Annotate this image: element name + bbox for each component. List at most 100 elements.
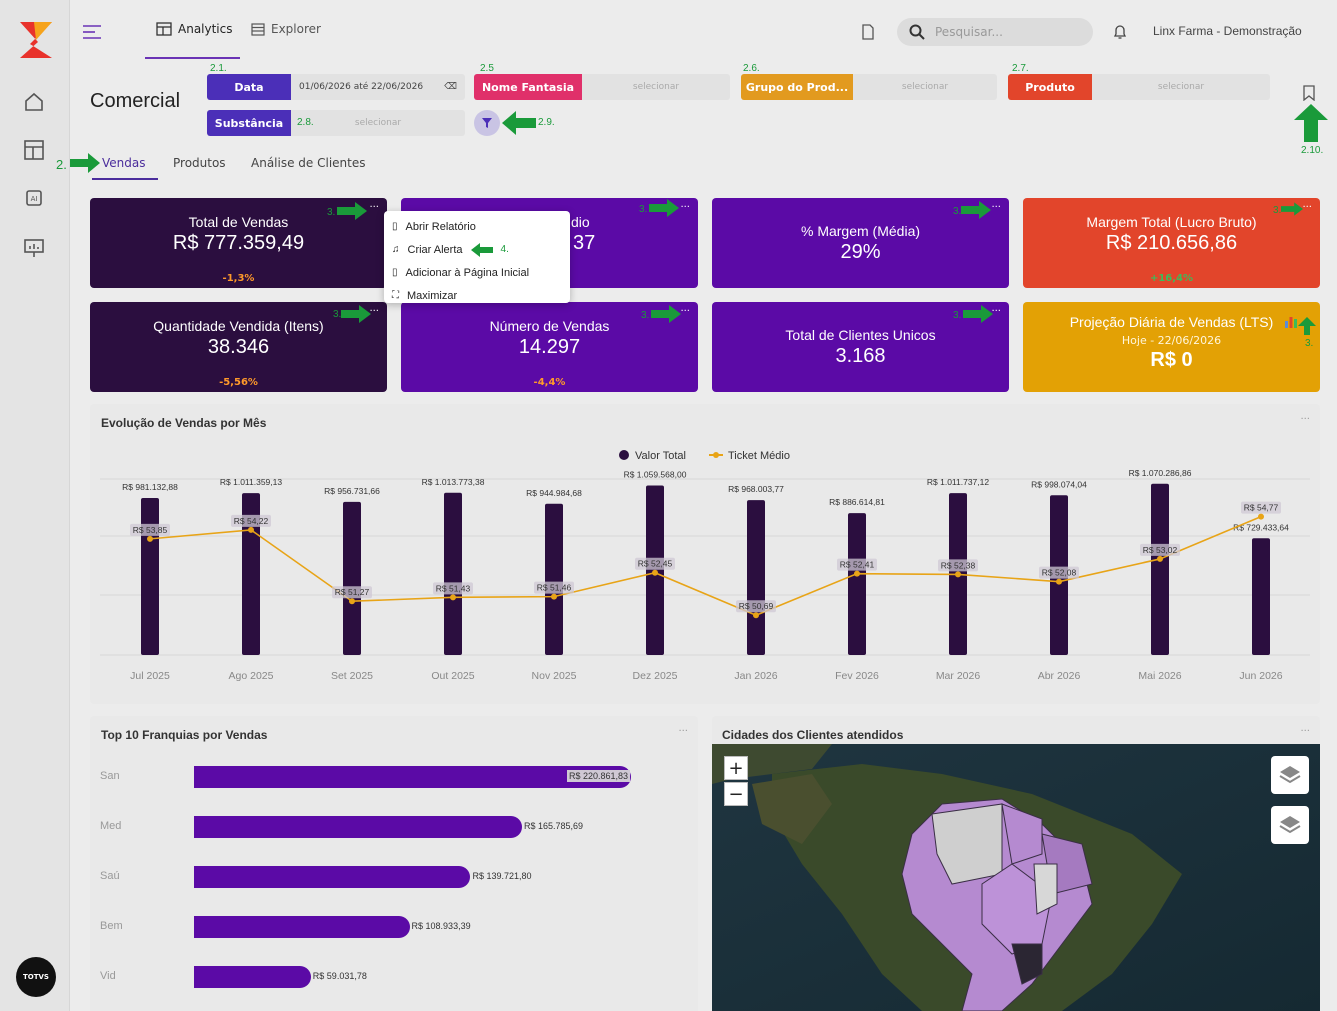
x-tick-label: Nov 2025: [532, 670, 577, 682]
menu-item-abrir-relatorio[interactable]: ▯ Abrir Relatório: [392, 215, 562, 238]
bar-data-label: R$ 1.070.286,86: [1129, 468, 1192, 478]
x-tick-label: Fev 2026: [835, 670, 879, 682]
point-ticket-medio: [450, 594, 456, 601]
arrow-right-icon: [963, 305, 993, 323]
arrow-right-icon: [1281, 202, 1303, 216]
filter-grupo-produto[interactable]: Grupo do Prod... selecionar: [741, 74, 997, 100]
filter-nome-fantasia-label: Nome Fantasia: [474, 74, 582, 100]
x-tick-label: Out 2025: [431, 670, 474, 682]
tab-analise-clientes[interactable]: Análise de Clientes: [251, 156, 365, 170]
point-ticket-medio: [955, 571, 961, 578]
more-icon[interactable]: ···: [678, 726, 688, 737]
arrow-right-icon: [337, 202, 367, 220]
menu-item-criar-alerta[interactable]: ♫ Criar Alerta 4.: [392, 238, 562, 261]
page-title: Comercial: [90, 90, 181, 112]
home-icon[interactable]: [22, 90, 46, 114]
filter-substancia-value[interactable]: selecionar: [291, 110, 465, 136]
document-icon[interactable]: [861, 24, 875, 40]
card-value-fragment: 37: [573, 232, 596, 254]
totvs-logo[interactable]: TOTVS: [16, 957, 56, 997]
more-icon[interactable]: ···: [680, 202, 690, 213]
annotation-3: 3.: [641, 310, 650, 321]
filter-nome-fantasia[interactable]: Nome Fantasia selecionar: [474, 74, 730, 100]
more-icon[interactable]: ···: [680, 306, 690, 317]
tab-vendas[interactable]: Vendas: [102, 156, 146, 170]
annotation-4: 4.: [500, 244, 509, 255]
point-ticket-medio: [248, 526, 254, 533]
bar-franquia[interactable]: [194, 866, 471, 888]
card-value: 29%: [840, 241, 881, 263]
filter-grupo-label: Grupo do Prod...: [741, 74, 853, 100]
bar-franquia[interactable]: [194, 816, 523, 838]
filter-data[interactable]: Data 01/06/2026 até 22/06/2026 ⌫: [207, 74, 465, 100]
bookmark-icon[interactable]: [1302, 85, 1316, 101]
bar-franquia[interactable]: [194, 916, 410, 938]
filter-data-value[interactable]: 01/06/2026 até 22/06/2026 ⌫: [291, 74, 465, 100]
line-data-label: R$ 52,45: [638, 559, 673, 569]
filter-substancia[interactable]: Substância selecionar: [207, 110, 465, 136]
annotation-3: 3.: [327, 207, 336, 218]
card-value: R$ 210.656,86: [1105, 232, 1238, 254]
menu-item-adicionar-pagina[interactable]: ▯ Adicionar à Página Inicial: [392, 261, 562, 284]
annotation-2-9: 2.9.: [538, 117, 555, 128]
filter-produto-value[interactable]: selecionar: [1092, 74, 1270, 100]
card-projecao[interactable]: Projeção Diária de Vendas (LTS) Hoje - 2…: [1023, 302, 1320, 392]
annotation-2-8: 2.8.: [297, 117, 314, 128]
bar-data-label: R$ 165.785,69: [524, 821, 584, 831]
zoom-in-button[interactable]: +: [724, 756, 748, 780]
map-view[interactable]: [712, 744, 1320, 1011]
menu-item-label: Criar Alerta: [407, 243, 463, 256]
ai-icon[interactable]: AI: [22, 186, 46, 210]
search-input[interactable]: Pesquisar...: [897, 18, 1093, 46]
date-range-text: 01/06/2026 até 22/06/2026: [299, 82, 424, 92]
bar-data-label: R$ 1.059.568,00: [624, 469, 687, 479]
bar-data-label: R$ 108.933,39: [411, 921, 471, 931]
layers-button-secondary[interactable]: [1271, 806, 1309, 844]
bar-valor-total: [1252, 538, 1270, 655]
filter-grupo-value[interactable]: selecionar: [853, 74, 997, 100]
search-placeholder: Pesquisar...: [935, 25, 1003, 39]
line-data-label: R$ 52,08: [1042, 568, 1077, 578]
line-data-label: R$ 51,46: [537, 583, 572, 593]
panel-mapa-cidades: Cidades dos Clientes atendidos ··· + −: [712, 716, 1320, 1011]
bar-category-label: Saú: [100, 870, 120, 882]
arrow-right-icon: [70, 153, 100, 173]
filter-nome-fantasia-value[interactable]: selecionar: [582, 74, 730, 100]
bell-icon[interactable]: [1113, 24, 1127, 40]
menu-icon[interactable]: [83, 24, 101, 40]
filter-produto[interactable]: Produto selecionar: [1008, 74, 1270, 100]
bar-valor-total: [141, 498, 159, 655]
layers-button[interactable]: [1271, 756, 1309, 794]
point-ticket-medio: [147, 535, 153, 542]
dashboard-icon[interactable]: [22, 138, 46, 162]
bar-franquia[interactable]: [194, 966, 311, 988]
nav-explorer-label: Explorer: [271, 22, 321, 36]
nav-analytics[interactable]: Analytics: [156, 22, 233, 36]
eraser-icon[interactable]: ⌫: [444, 82, 457, 92]
layers-icon: [1279, 816, 1301, 834]
zoom-out-button[interactable]: −: [724, 782, 748, 806]
filter-button[interactable]: [474, 110, 500, 136]
annotation-2-10: 2.10.: [1301, 145, 1324, 156]
more-icon[interactable]: ···: [369, 202, 379, 213]
more-icon[interactable]: ···: [1300, 726, 1310, 737]
nav-explorer[interactable]: Explorer: [251, 22, 321, 36]
analytics-icon: [156, 22, 172, 36]
card-title: Margem Total (Lucro Bruto): [1086, 214, 1257, 230]
tenant-name[interactable]: Linx Farma - Demonstração: [1153, 24, 1302, 38]
app-logo[interactable]: [16, 18, 56, 62]
filter-produto-label: Produto: [1008, 74, 1092, 100]
more-icon[interactable]: ···: [991, 202, 1001, 213]
line-data-label: R$ 52,38: [941, 560, 976, 570]
chart-icon[interactable]: [1284, 314, 1298, 328]
bar-data-label: R$ 59.031,78: [312, 971, 367, 981]
tab-produtos[interactable]: Produtos: [173, 156, 226, 170]
menu-item-maximizar[interactable]: ⛶ Maximizar: [392, 284, 562, 307]
menu-item-label: Adicionar à Página Inicial: [405, 266, 530, 279]
bar-data-label: R$ 886.614,81: [829, 497, 885, 507]
bar-category-label: San: [100, 770, 120, 782]
panel-top10-franquias: Top 10 Franquias por Vendas ··· San R$ 22…: [90, 716, 698, 1011]
more-icon[interactable]: ···: [1302, 202, 1312, 213]
presentation-icon[interactable]: [22, 236, 46, 260]
bar-franquia[interactable]: [194, 766, 631, 788]
